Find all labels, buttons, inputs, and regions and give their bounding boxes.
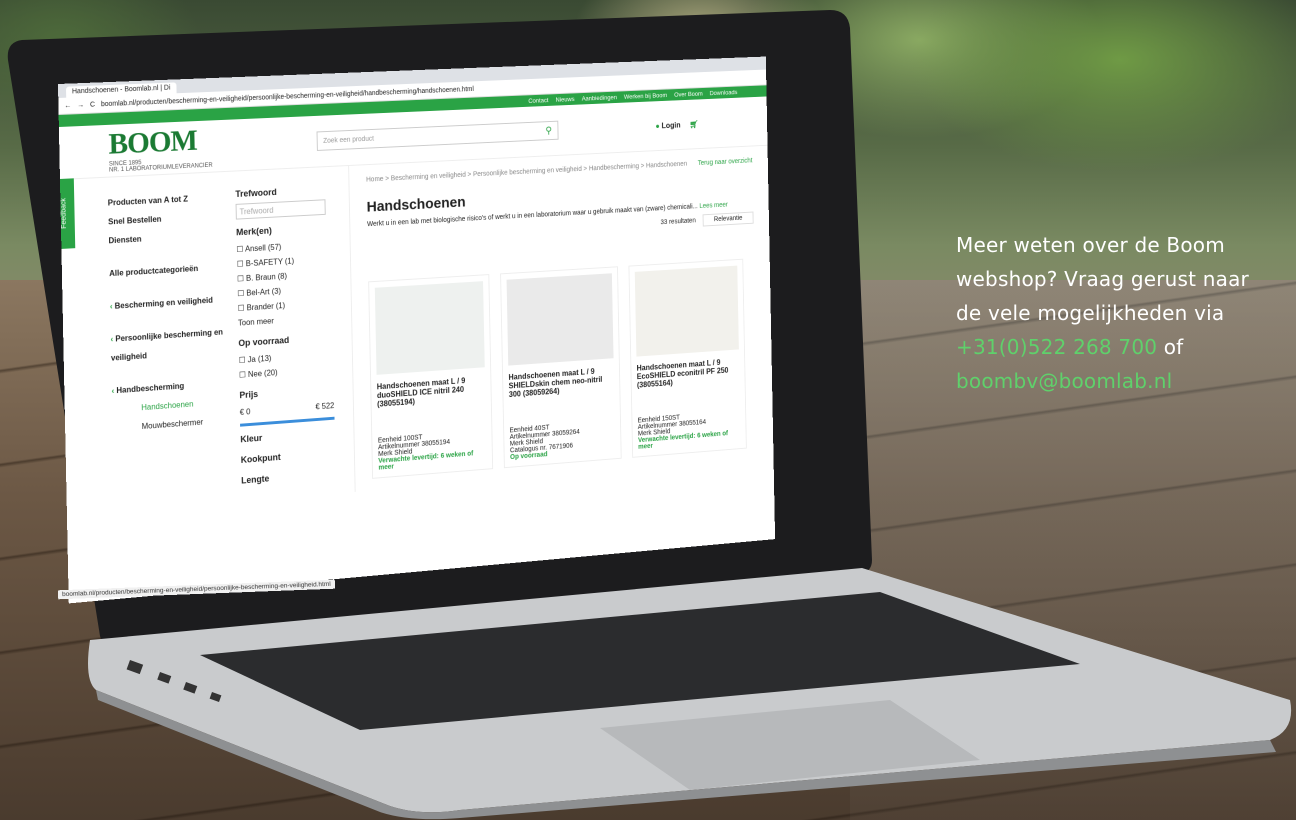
reload-icon[interactable]: C: [90, 101, 95, 108]
cart-icon[interactable]: 🛒︎: [689, 120, 698, 129]
search-placeholder: Zoek een product: [323, 135, 375, 145]
nav-over[interactable]: Over Boom: [674, 90, 703, 98]
feedback-tab[interactable]: Feedback: [59, 178, 76, 249]
category-handbescherming-label: Handbescherming: [116, 381, 185, 396]
brand-label: Ansell (57): [244, 242, 282, 254]
results-count: 33 resultaten: [660, 217, 696, 227]
back-to-overview-link[interactable]: Terug naar overzicht: [698, 158, 753, 167]
nav-contact[interactable]: Contact: [528, 97, 548, 105]
product-name[interactable]: Handschoenen maat L / 9 EcoSHIELD econit…: [637, 357, 740, 389]
promo-email[interactable]: boombv@boomlab.nl: [956, 369, 1172, 393]
promo-line: Meer weten over de Boom webshop? Vraag g…: [956, 233, 1249, 325]
category-persoonlijke[interactable]: ‹ Persoonlijke bescherming en veiligheid: [110, 322, 238, 368]
login-label: Login: [661, 120, 681, 130]
back-icon[interactable]: ←: [64, 102, 71, 109]
search-input[interactable]: Zoek een product ⚲: [316, 120, 559, 151]
product-image[interactable]: [374, 281, 485, 375]
promo-of: of: [1163, 335, 1184, 359]
product-name[interactable]: Handschoenen maat L / 9 SHIELDskin chem …: [508, 366, 614, 399]
category-persoonlijke-label: Persoonlijke bescherming en veiligheid: [110, 327, 224, 363]
laptop-screen: Handschoenen - Boomlab.nl | Di ← → C boo…: [58, 56, 776, 604]
breadcrumb[interactable]: Home > Bescherming en veiligheid > Perso…: [366, 161, 687, 184]
stock-label: Nee (20): [247, 368, 278, 379]
brand-label: B-SAFETY (1): [245, 256, 295, 269]
stock-label: Ja (13): [247, 353, 272, 365]
product-card[interactable]: Handschoenen maat L / 9 SHIELDskin chem …: [500, 266, 622, 469]
left-nav: Producten van A tot Z Snel Bestellen Die…: [60, 172, 242, 516]
category-bescherming[interactable]: ‹ Bescherming en veiligheid: [110, 289, 238, 316]
all-categories-title: Alle productcategorieën: [109, 264, 199, 279]
product-card[interactable]: Handschoenen maat L / 9 EcoSHIELD econit…: [628, 258, 747, 458]
category-bescherming-label: Bescherming en veiligheid: [114, 295, 213, 311]
logo[interactable]: BOOM SINCE 1895 NR. 1 LABORATORIUMLEVERA…: [108, 123, 212, 174]
trefwoord-input[interactable]: Trefwoord: [235, 199, 326, 220]
price-max: € 522: [315, 401, 335, 412]
user-icon: ●: [655, 121, 660, 130]
nav-downloads[interactable]: Downloads: [710, 89, 738, 97]
product-name[interactable]: Handschoenen maat L / 9 duoSHIELD ICE ni…: [377, 375, 486, 408]
lees-meer-link[interactable]: Lees meer: [699, 202, 728, 210]
filter-prijs-title: Prijs: [239, 389, 259, 401]
forward-icon[interactable]: →: [77, 101, 84, 108]
brand-label: B. Braun (8): [245, 271, 288, 283]
price-min: € 0: [239, 407, 251, 417]
nav-werken[interactable]: Werken bij Boom: [624, 92, 667, 100]
filter-trefwoord-title: Trefwoord: [235, 187, 277, 199]
product-image[interactable]: [506, 273, 614, 366]
promo-text: Meer weten over de Boom webshop? Vraag g…: [956, 228, 1276, 398]
brand-label: Brander (1): [246, 301, 286, 313]
login-button[interactable]: ● Login 🛒︎: [655, 120, 698, 130]
logo-text: BOOM: [108, 124, 198, 161]
product-listing: Home > Bescherming en veiligheid > Perso…: [349, 146, 773, 492]
promo-phone[interactable]: +31(0)522 268 700: [956, 335, 1157, 359]
nav-nieuws[interactable]: Nieuws: [556, 96, 575, 103]
sort-select[interactable]: Relevantie: [702, 211, 754, 227]
nav-aanbiedingen[interactable]: Aanbiedingen: [582, 94, 617, 102]
product-card[interactable]: Handschoenen maat L / 9 duoSHIELD ICE ni…: [368, 274, 494, 479]
filter-lengte-title[interactable]: Lengte: [241, 465, 354, 489]
filter-kookpunt-title[interactable]: Kookpunt: [241, 444, 354, 467]
filter-kleur-title[interactable]: Kleur: [240, 424, 353, 447]
search-icon[interactable]: ⚲: [545, 125, 557, 136]
brand-label: Bel-Art (3): [246, 286, 282, 298]
filter-panel: Trefwoord Trefwoord Merk(en) ☐ Ansell (5…: [234, 165, 356, 502]
feedback-label: Feedback: [60, 198, 68, 230]
product-image[interactable]: [634, 265, 739, 357]
